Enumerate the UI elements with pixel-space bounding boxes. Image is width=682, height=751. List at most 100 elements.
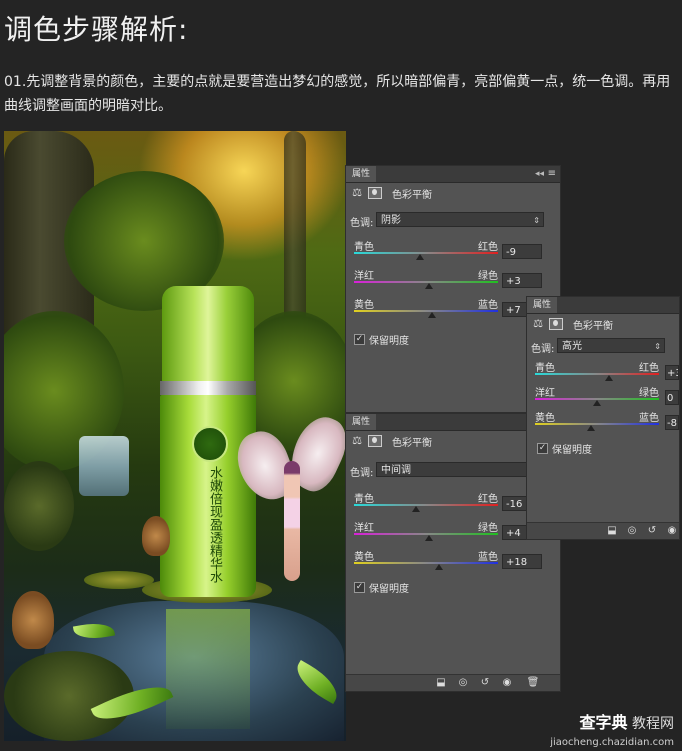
slider-value-cyan-red[interactable]: -9	[502, 244, 542, 259]
tone-select-value: 阴影	[381, 215, 401, 226]
waterfall	[79, 436, 129, 496]
bottle-label-line: 精华水	[207, 544, 222, 583]
checkmark-icon: ✓	[354, 334, 365, 345]
tab-properties[interactable]: 属性	[346, 166, 377, 182]
reset-icon[interactable]: ↺	[645, 524, 659, 537]
bottle-label-line: 倍现	[207, 492, 222, 518]
slider-thumb-yellow-blue[interactable]	[434, 564, 443, 570]
mask-icon[interactable]	[368, 187, 382, 199]
slider-value-yellow-blue[interactable]: -8	[665, 415, 679, 430]
preserve-luminosity-checkbox[interactable]: ✓ 保留明度	[354, 332, 409, 347]
slider-track-cyan-red[interactable]	[354, 504, 498, 506]
slider-thumb-magenta-green[interactable]	[424, 283, 433, 289]
squirrel	[142, 516, 170, 556]
scale-icon: ⚖	[533, 317, 543, 330]
product-artwork-image: 水嫩倍现盈透精华水	[4, 131, 346, 741]
slider-label-magenta-green-right: 绿色	[639, 388, 659, 399]
view-previous-icon[interactable]: ◎	[625, 524, 639, 537]
fairy	[284, 461, 300, 581]
slider-label-magenta-green-left: 洋红	[354, 271, 374, 282]
slider-track-cyan-red[interactable]	[354, 252, 498, 254]
slider-label-yellow-blue-left: 黄色	[354, 300, 374, 311]
slider-thumb-cyan-red[interactable]	[416, 254, 425, 260]
tab-properties[interactable]: 属性	[346, 414, 377, 430]
slider-label-magenta-green-left: 洋红	[535, 388, 555, 399]
watermark-site: 教程网	[632, 716, 674, 732]
slider-label-cyan-red-left: 青色	[535, 363, 555, 374]
visibility-icon[interactable]: ◉	[500, 676, 514, 689]
slider-label-magenta-green-right: 绿色	[478, 523, 498, 534]
bottle-cap	[162, 286, 254, 384]
tone-select-value: 中间调	[381, 465, 411, 476]
adjustment-name: 色彩平衡	[573, 320, 613, 332]
tone-select-value: 高光	[562, 341, 582, 352]
slider-track-yellow-blue[interactable]	[535, 423, 659, 425]
slider-value-yellow-blue[interactable]: +18	[502, 554, 542, 569]
bottle-ring	[160, 381, 256, 395]
slider-thumb-magenta-green[interactable]	[593, 400, 601, 406]
slider-track-yellow-blue[interactable]	[354, 562, 498, 564]
slider-thumb-cyan-red[interactable]	[605, 375, 614, 381]
slider-label-magenta-green-right: 绿色	[478, 271, 498, 282]
tone-label: 色调:	[350, 218, 374, 229]
step-description: 01.先调整背景的颜色，主要的点就是要营造出梦幻的感觉，所以暗部偏青，亮部偏黄一…	[4, 74, 671, 114]
collapse-icon[interactable]: ◂◂	[535, 166, 544, 182]
slider-thumb-yellow-blue[interactable]	[586, 425, 595, 431]
visibility-icon[interactable]: ◉	[665, 524, 679, 537]
tone-label: 色调:	[350, 468, 374, 479]
clip-to-layer-icon[interactable]: ⬓	[605, 524, 619, 537]
mossy-rock	[4, 461, 74, 551]
clip-to-layer-icon[interactable]: ⬓	[434, 676, 448, 689]
adjustment-header: ⚖ 色彩平衡	[350, 432, 432, 450]
preserve-luminosity-checkbox[interactable]: ✓ 保留明度	[354, 580, 409, 595]
slider-label-cyan-red-right: 红色	[478, 242, 498, 253]
panel-header: 属性	[527, 297, 679, 314]
tone-select[interactable]: 阴影 ⇕	[376, 212, 544, 227]
chevron-down-icon: ⇕	[533, 216, 540, 225]
tone-label: 色调:	[531, 344, 555, 355]
view-previous-icon[interactable]: ◎	[456, 676, 470, 689]
adjustment-header: ⚖ 色彩平衡	[531, 315, 613, 333]
panel-footer: ⬓ ◎ ↺ ◉ 🗑	[346, 674, 560, 691]
color-balance-panel-highlights: 属性 ⚖ 色彩平衡 色调: 高光 ⇕ ✓ 保留明度 ⬓ ◎ ↺ ◉ 青色 红色 +3…	[526, 296, 680, 540]
slider-thumb-cyan-red[interactable]	[411, 506, 420, 512]
bottle-label-line: 盈透	[207, 518, 222, 544]
preserve-luminosity-label: 保留明度	[369, 584, 409, 595]
tone-select[interactable]: 中间调 ⇕	[376, 462, 544, 477]
slider-value-magenta-green[interactable]: 0	[665, 390, 679, 405]
tab-properties[interactable]: 属性	[527, 297, 558, 313]
bottle-logo	[192, 426, 228, 462]
page-title: 调色步骤解析:	[4, 13, 189, 46]
slider-label-magenta-green-left: 洋红	[354, 523, 374, 534]
preserve-luminosity-checkbox[interactable]: ✓ 保留明度	[537, 441, 592, 456]
slider-thumb-magenta-green[interactable]	[424, 535, 433, 541]
slider-label-cyan-red-left: 青色	[354, 494, 374, 505]
adjustment-name: 色彩平衡	[392, 189, 432, 201]
slider-value-cyan-red[interactable]: +3	[665, 365, 679, 380]
slider-track-yellow-blue[interactable]	[354, 310, 498, 312]
scale-icon: ⚖	[352, 186, 362, 199]
slider-thumb-yellow-blue[interactable]	[427, 312, 436, 318]
bottle-label: 水嫩倍现盈透精华水	[194, 466, 222, 583]
preserve-luminosity-label: 保留明度	[369, 336, 409, 347]
slider-label-yellow-blue-left: 黄色	[354, 552, 374, 563]
reset-icon[interactable]: ↺	[478, 676, 492, 689]
checkmark-icon: ✓	[354, 582, 365, 593]
slider-label-cyan-red-right: 红色	[478, 494, 498, 505]
tone-select[interactable]: 高光 ⇕	[557, 338, 665, 353]
slider-value-magenta-green[interactable]: +3	[502, 273, 542, 288]
slider-label-yellow-blue-right: 蓝色	[478, 552, 498, 563]
watermark-brand: 查字典	[579, 713, 628, 732]
slider-label-yellow-blue-right: 蓝色	[478, 300, 498, 311]
panel-menu-icon[interactable]: ≡	[548, 166, 556, 182]
delete-icon[interactable]: 🗑	[526, 676, 540, 689]
squirrel	[12, 591, 54, 649]
slider-label-yellow-blue-left: 黄色	[535, 413, 555, 424]
chevron-down-icon: ⇕	[654, 342, 661, 351]
checkmark-icon: ✓	[537, 443, 548, 454]
panel-footer: ⬓ ◎ ↺ ◉	[527, 522, 679, 539]
slider-track-cyan-red[interactable]	[535, 373, 659, 375]
adjustment-header: ⚖ 色彩平衡	[350, 184, 432, 202]
mask-icon[interactable]	[368, 435, 382, 447]
mask-icon[interactable]	[549, 318, 563, 330]
